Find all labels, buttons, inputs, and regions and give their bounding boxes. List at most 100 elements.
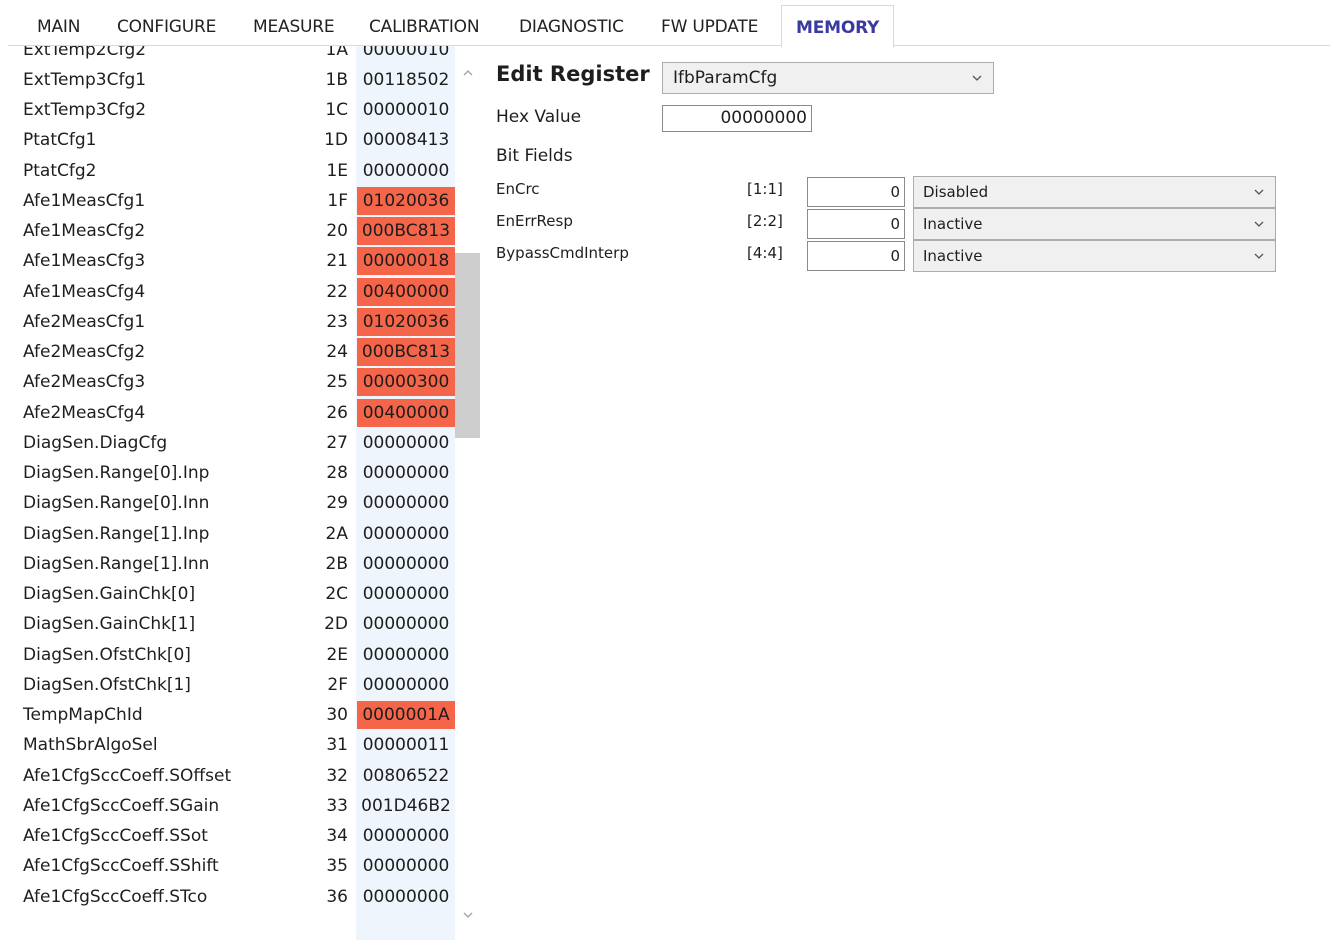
- register-row[interactable]: DiagSen.Range[0].Inn 29 00000000: [8, 488, 456, 518]
- register-address: 30: [326, 705, 348, 725]
- register-row[interactable]: ExtTemp3Cfg1 1B 00118502: [8, 65, 456, 95]
- register-address: 2A: [325, 523, 348, 544]
- register-row[interactable]: Afe1CfgSccCoeff.STco 36 00000000: [8, 882, 456, 912]
- register-value[interactable]: 01020036: [357, 186, 455, 215]
- register-address: 2F: [327, 674, 348, 695]
- register-value[interactable]: 01020036: [357, 307, 455, 336]
- scroll-down-arrow-icon[interactable]: [461, 908, 475, 922]
- register-row[interactable]: Afe2MeasCfg1 23 01020036: [8, 307, 456, 337]
- register-value[interactable]: 00000300: [357, 368, 455, 397]
- register-address: 1D: [324, 130, 348, 151]
- scroll-thumb[interactable]: [455, 253, 480, 438]
- register-row[interactable]: TempMapChId 30 0000001A: [8, 700, 456, 730]
- register-name: Afe1CfgSccCoeff.STco: [23, 886, 208, 907]
- register-value[interactable]: 0000001A: [357, 701, 455, 729]
- register-row[interactable]: MathSbrAlgoSel 31 00000011: [8, 730, 456, 760]
- register-value[interactable]: 00000010: [357, 46, 455, 64]
- register-value[interactable]: 00000018: [357, 247, 455, 276]
- register-value[interactable]: 00000000: [357, 852, 455, 880]
- register-row[interactable]: DiagSen.GainChk[0] 2C 00000000: [8, 579, 456, 609]
- register-value[interactable]: 00000000: [357, 671, 455, 699]
- bitfield-select-bypasscmdinterp[interactable]: Inactive: [913, 240, 1276, 272]
- register-value[interactable]: 00000010: [357, 96, 455, 124]
- register-name: TempMapChId: [23, 705, 143, 725]
- register-row[interactable]: Afe1CfgSccCoeff.SOffset 32 00806522: [8, 761, 456, 791]
- register-list-scrollbar[interactable]: [455, 46, 480, 940]
- register-row[interactable]: PtatCfg2 1E 00000000: [8, 156, 456, 186]
- register-value[interactable]: 00000000: [357, 610, 455, 638]
- register-row[interactable]: Afe1CfgSccCoeff.SSot 34 00000000: [8, 821, 456, 851]
- register-row[interactable]: DiagSen.GainChk[1] 2D 00000000: [8, 609, 456, 639]
- register-value[interactable]: 00000000: [357, 822, 455, 850]
- register-value[interactable]: 00000011: [357, 731, 455, 759]
- register-row[interactable]: Afe1MeasCfg4 22 00400000: [8, 277, 456, 307]
- bitfield-value-enerrresp[interactable]: 0: [807, 209, 905, 239]
- register-row[interactable]: DiagSen.Range[1].Inp 2A 00000000: [8, 519, 456, 549]
- register-row[interactable]: Afe2MeasCfg4 26 00400000: [8, 398, 456, 428]
- tab-measure[interactable]: MEASURE: [253, 0, 335, 46]
- register-address: 1C: [325, 100, 348, 120]
- register-row[interactable]: Afe1MeasCfg3 21 00000018: [8, 246, 456, 276]
- register-value[interactable]: 000BC813: [357, 217, 455, 245]
- bitfield-select-value: Disabled: [923, 183, 989, 201]
- register-value[interactable]: 000BC813: [357, 338, 455, 366]
- tab-memory[interactable]: MEMORY: [781, 5, 895, 48]
- register-row[interactable]: DiagSen.DiagCfg 27 00000000: [8, 428, 456, 458]
- register-row[interactable]: ExtTemp3Cfg2 1C 00000010: [8, 95, 456, 125]
- bitfield-select-enerrresp[interactable]: Inactive: [913, 208, 1276, 240]
- hex-value-input[interactable]: 00000000: [662, 105, 812, 132]
- register-value[interactable]: 00000000: [357, 641, 455, 669]
- register-name: Afe1MeasCfg4: [23, 281, 146, 302]
- edit-register-title: Edit Register: [496, 62, 650, 86]
- tab-fw-update[interactable]: FW UPDATE: [661, 0, 758, 46]
- register-value[interactable]: 001D46B2: [357, 792, 455, 820]
- register-name: ExtTemp3Cfg2: [23, 100, 147, 120]
- register-name: Afe2MeasCfg3: [23, 372, 146, 393]
- register-row[interactable]: DiagSen.OfstChk[1] 2F 00000000: [8, 670, 456, 700]
- bitfield-select-encrc[interactable]: Disabled: [913, 176, 1276, 208]
- tab-configure[interactable]: CONFIGURE: [117, 0, 216, 46]
- register-value[interactable]: 00400000: [357, 398, 455, 427]
- register-value[interactable]: 00000000: [357, 429, 455, 457]
- register-value[interactable]: 00400000: [357, 277, 455, 306]
- register-list[interactable]: ExtTemp2Cfg2 1A 00000010 ExtTemp3Cfg1 1B 0011…: [8, 46, 480, 940]
- register-row[interactable]: DiagSen.Range[1].Inn 2B 00000000: [8, 549, 456, 579]
- register-row[interactable]: Afe1MeasCfg2 20 000BC813: [8, 216, 456, 246]
- bitfield-value-bypasscmdinterp[interactable]: 0: [807, 241, 905, 271]
- register-value[interactable]: 00000000: [357, 489, 455, 517]
- register-address: 23: [326, 311, 348, 332]
- register-value[interactable]: 00806522: [357, 762, 455, 790]
- register-row[interactable]: Afe2MeasCfg2 24 000BC813: [8, 337, 456, 367]
- register-address: 24: [326, 342, 348, 362]
- register-address: 1A: [325, 46, 348, 60]
- register-name: Afe1CfgSccCoeff.SShift: [23, 856, 219, 877]
- tab-main[interactable]: MAIN: [37, 0, 80, 46]
- tab-diagnostic[interactable]: DIAGNOSTIC: [519, 0, 624, 46]
- register-value[interactable]: 00000000: [357, 157, 455, 185]
- register-value[interactable]: 00000000: [357, 459, 455, 487]
- register-name: Afe2MeasCfg1: [23, 311, 146, 332]
- bitfield-value-encrc[interactable]: 0: [807, 177, 905, 207]
- register-row[interactable]: ExtTemp2Cfg2 1A 00000010: [8, 46, 456, 65]
- register-value[interactable]: 00000000: [357, 520, 455, 548]
- register-name: DiagSen.GainChk[1]: [23, 614, 196, 635]
- register-row[interactable]: Afe1CfgSccCoeff.SGain 33 001D46B2: [8, 791, 456, 821]
- register-row[interactable]: PtatCfg1 1D 00008413: [8, 125, 456, 155]
- register-value[interactable]: 00000000: [357, 550, 455, 578]
- register-row[interactable]: DiagSen.Range[0].Inp 28 00000000: [8, 458, 456, 488]
- register-name: DiagSen.Range[1].Inn: [23, 553, 210, 574]
- register-value[interactable]: 00000000: [357, 883, 455, 911]
- register-select[interactable]: IfbParamCfg: [662, 62, 994, 94]
- register-value[interactable]: 00118502: [357, 66, 455, 94]
- register-row[interactable]: DiagSen.OfstChk[0] 2E 00000000: [8, 640, 456, 670]
- register-row[interactable]: Afe1MeasCfg1 1F 01020036: [8, 186, 456, 216]
- register-name: DiagSen.OfstChk[0]: [23, 644, 191, 665]
- register-value[interactable]: 00000000: [357, 580, 455, 608]
- scroll-up-arrow-icon[interactable]: [461, 66, 475, 80]
- bitfield-range-enerrresp: [2:2]: [747, 212, 783, 230]
- register-value[interactable]: 00008413: [357, 126, 455, 154]
- register-row[interactable]: Afe1CfgSccCoeff.SShift 35 00000000: [8, 851, 456, 881]
- tab-calibration[interactable]: CALIBRATION: [369, 0, 480, 46]
- register-row[interactable]: Afe2MeasCfg3 25 00000300: [8, 367, 456, 397]
- bit-fields-label: Bit Fields: [496, 146, 573, 166]
